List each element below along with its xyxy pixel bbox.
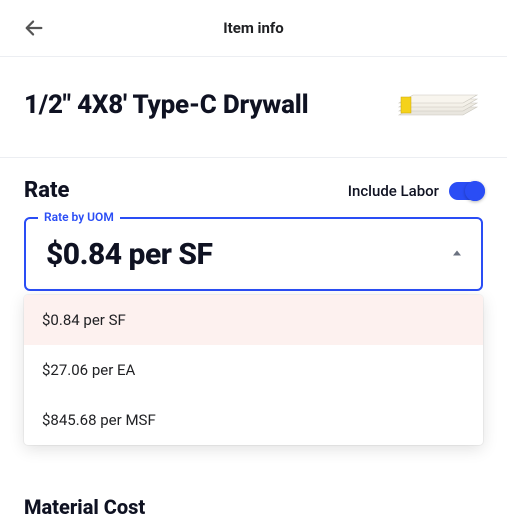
top-bar: Item info (0, 0, 507, 56)
caret-up-icon (451, 245, 463, 264)
arrow-left-icon (23, 17, 45, 39)
rate-option[interactable]: $845.68 per MSF (24, 395, 483, 445)
include-labor-wrap: Include Labor (348, 182, 483, 200)
rate-option[interactable]: $0.84 per SF (24, 295, 483, 345)
item-thumbnail (393, 85, 483, 125)
item-name: 1/2" 4X8' Type-C Drywall (24, 90, 308, 120)
rate-dropdown: $0.84 per SF $27.06 per EA $845.68 per M… (24, 295, 483, 445)
rate-section-label: Rate (24, 178, 69, 203)
include-labor-label: Include Labor (348, 182, 439, 200)
toggle-knob (465, 181, 485, 201)
rate-section: Rate Include Labor Rate by UOM $0.84 per… (0, 158, 507, 291)
material-cost-heading: Material Cost (24, 495, 145, 519)
item-header: 1/2" 4X8' Type-C Drywall (0, 57, 507, 157)
rate-by-uom-select[interactable]: Rate by UOM $0.84 per SF (24, 217, 483, 291)
rate-option[interactable]: $27.06 per EA (24, 345, 483, 395)
back-button[interactable] (16, 10, 52, 46)
rate-select-value: $0.84 per SF (46, 237, 212, 272)
rate-select-wrap: Rate by UOM $0.84 per SF $0.84 per SF $2… (24, 217, 483, 291)
rate-header-row: Rate Include Labor (24, 178, 483, 203)
rate-select-legend: Rate by UOM (38, 210, 120, 224)
page-title: Item info (0, 19, 507, 37)
include-labor-toggle[interactable] (449, 182, 483, 200)
